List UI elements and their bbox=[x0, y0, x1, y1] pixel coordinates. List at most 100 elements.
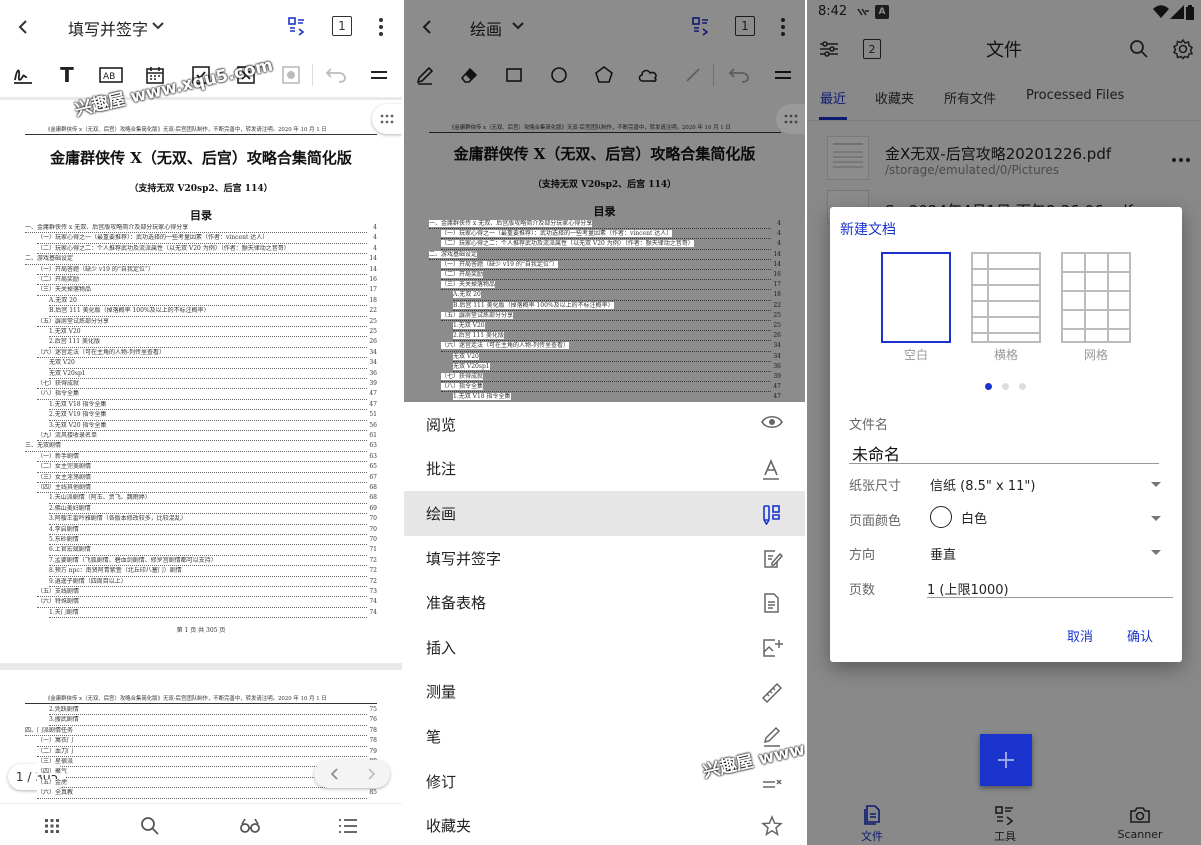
toc-entry[interactable]: 1.无双 V18 指令全集 47 bbox=[25, 400, 377, 411]
toc-entry[interactable]: （二）女主完美剧情 65 bbox=[25, 463, 377, 473]
color-swatch[interactable] bbox=[930, 506, 952, 528]
thumbnail-handle-icon[interactable] bbox=[776, 104, 805, 134]
page-color-select[interactable]: 白色 bbox=[961, 508, 987, 527]
toc-entry[interactable]: 8.预方 npc：南贤阿青紫萱（北丘印八塞门）剧情 72 bbox=[25, 567, 377, 577]
paper-dropdown-icon[interactable] bbox=[1151, 482, 1161, 487]
toc-entry-text: 2.佛山美妇剧情 bbox=[49, 504, 91, 512]
toc-entry[interactable]: （二）玩家心得之二：个人推荐武功及流派属性（以无双 V20 为例）（作者：颤天律… bbox=[25, 244, 377, 255]
color-dropdown-icon[interactable] bbox=[1151, 516, 1161, 521]
toc-entry[interactable]: 9.逍遥子剧情（四周目以上） 72 bbox=[25, 577, 377, 588]
toc-entry[interactable]: 4.李启剧情 70 bbox=[25, 525, 377, 536]
toc-entry[interactable]: （一）玩家心得之一（最重要推荐）：武功选择的一些考量因素（作者：vincent … bbox=[25, 234, 377, 244]
toc-leader bbox=[49, 502, 367, 504]
toc-entry[interactable]: 无双 V20sp1 36 bbox=[25, 369, 377, 380]
signature-icon[interactable] bbox=[8, 60, 38, 90]
orientation-select[interactable]: 垂直 bbox=[930, 544, 956, 563]
toc-entry-text: （二）女主完美剧情 bbox=[37, 463, 92, 471]
menu-item[interactable]: 收藏夹 bbox=[404, 803, 805, 845]
toc-entry[interactable]: （四）主线其他剧情 68 bbox=[25, 484, 377, 494]
page-count-field[interactable]: 1 (上限1000) bbox=[927, 579, 1009, 598]
menu-item[interactable]: 测量 bbox=[404, 670, 805, 715]
toc-entry[interactable]: 3.搜武剧情 76 bbox=[25, 716, 377, 726]
dot-icon[interactable] bbox=[276, 60, 306, 90]
toc-entry[interactable]: （八）指令全集 47 bbox=[25, 390, 377, 400]
filename-field[interactable]: 未命名 bbox=[852, 441, 900, 465]
toc-entry[interactable]: B.后宫 111 美化版（掉落概率 100%及以上的不标注概率） 22 bbox=[25, 307, 377, 317]
toc-entry[interactable]: （一）新手剧情 63 bbox=[25, 452, 377, 463]
reading-mode-icon[interactable] bbox=[236, 812, 264, 840]
toc-entry[interactable]: 7.孟婆剧情（飞狐剧情、碧血剑剧情、修罗宫剧情都可以支持） 72 bbox=[25, 556, 377, 567]
text-underline-icon bbox=[761, 458, 783, 481]
menu-item[interactable]: 绘画 bbox=[404, 491, 805, 536]
toc-entry[interactable]: 2.后宫 111 美化版 26 bbox=[25, 338, 377, 348]
paper-size-select[interactable]: 信纸 (8.5" x 11") bbox=[930, 475, 1035, 494]
chevron-down-icon[interactable] bbox=[148, 16, 168, 36]
toc-entry[interactable]: （九）流风楼收录名单 61 bbox=[25, 432, 377, 442]
toc-entry[interactable]: 无双 V20 34 bbox=[25, 359, 377, 369]
more-vert-icon[interactable] bbox=[370, 14, 392, 40]
toc-entry[interactable]: 1.无双 V20 25 bbox=[25, 328, 377, 338]
table-of-contents: 一、金庸群侠传 x 无双、后宫版攻略简介及部分玩家心得分享 4 （一）玩家心得之一（… bbox=[25, 224, 377, 624]
toc-entry[interactable]: （三）女主淫荡剧情 67 bbox=[25, 473, 377, 484]
toc-entry[interactable]: 2.佛山美妇剧情 69 bbox=[25, 504, 377, 515]
toc-entry[interactable]: （一）开局答题（缺少 v19 的“自我定位”） 14 bbox=[25, 265, 377, 276]
toc-entry[interactable]: （三）天关掉落物品 17 bbox=[25, 286, 377, 296]
back-icon[interactable] bbox=[8, 12, 38, 42]
toc-title: 目录 bbox=[190, 209, 212, 222]
orientation-dropdown-icon[interactable] bbox=[1151, 550, 1161, 555]
menu-item[interactable]: 阅览 bbox=[404, 402, 805, 447]
search-icon[interactable] bbox=[136, 812, 164, 840]
toc-entry[interactable]: 5.东砂剧情 70 bbox=[25, 536, 377, 546]
template-blank[interactable] bbox=[881, 252, 951, 343]
template-lined[interactable] bbox=[971, 252, 1041, 343]
toc-entry[interactable]: （五）支线剧情 73 bbox=[25, 588, 377, 598]
toc-entry[interactable]: 3.阿樱王雷吟雅剧情（各版本修改较多，比较混乱） 70 bbox=[25, 515, 377, 525]
menu-item[interactable]: 批注 bbox=[404, 447, 805, 492]
outline-list-icon[interactable] bbox=[334, 812, 362, 840]
page-count-button[interactable]: 1 bbox=[332, 16, 352, 36]
toc-entry[interactable]: （一）寓衣门 78 bbox=[25, 737, 377, 747]
thumbnails-icon[interactable] bbox=[38, 812, 66, 840]
toc-entry[interactable]: 三、无双剧情 63 bbox=[25, 442, 377, 452]
toc-entry[interactable]: （五）霹雳堂试炼部分分享 25 bbox=[25, 317, 377, 328]
toc-entry[interactable]: 2.无双 V19 指令全集 51 bbox=[25, 411, 377, 421]
prev-page-icon[interactable] bbox=[318, 762, 352, 786]
toc-entry[interactable]: （二）开局奖励 16 bbox=[25, 276, 377, 286]
toc-leader bbox=[49, 305, 367, 307]
toc-entry-text: 无双 V20sp1 bbox=[49, 369, 86, 377]
toc-entry[interactable]: （六）全真教 85 bbox=[25, 789, 377, 799]
next-page-icon[interactable] bbox=[354, 762, 388, 786]
add-fab-button[interactable] bbox=[980, 734, 1032, 786]
toc-entry[interactable]: 3.无双 V20 指令全集 56 bbox=[25, 421, 377, 432]
menu-item-label: 准备表格 bbox=[426, 594, 487, 613]
view-mode-icon[interactable] bbox=[284, 14, 310, 40]
toc-entry[interactable]: 四、门派剧情任务 78 bbox=[25, 726, 377, 737]
toc-entry[interactable]: （七）获得成就 39 bbox=[25, 380, 377, 390]
toc-entry[interactable]: 2.凭跃剧情 75 bbox=[25, 706, 377, 716]
toc-entry[interactable]: （二）血刀门 79 bbox=[25, 747, 377, 758]
toc-entry[interactable]: 1.天门剧情 74 bbox=[25, 608, 377, 619]
toc-entry-text: （一）开局答题（缺少 v19 的“自我定位”） bbox=[441, 260, 558, 268]
menu-item[interactable]: 填写并签字 bbox=[404, 536, 805, 581]
menu-item[interactable]: 准备表格 bbox=[404, 580, 805, 625]
toc-entry[interactable]: 6.上官宏斌剧情 71 bbox=[25, 546, 377, 556]
toc-entry-text: 二、游戏基础设定 bbox=[25, 255, 74, 263]
undo-icon[interactable] bbox=[321, 60, 351, 90]
toc-entry[interactable]: （六）迷宫走法（可在主角的人物-列传里查看） 34 bbox=[25, 348, 377, 359]
toc-entry[interactable]: （六）特殊剧情 74 bbox=[25, 598, 377, 608]
toc-entry-text: 1.天门剧情 bbox=[49, 608, 79, 616]
thumbnail-handle-icon[interactable] bbox=[372, 104, 402, 134]
cancel-button[interactable]: 取消 bbox=[1067, 626, 1093, 645]
menu-item[interactable]: 插入 bbox=[404, 625, 805, 670]
toolbar-menu-icon[interactable] bbox=[364, 60, 394, 90]
toc-entry[interactable]: 二、游戏基础设定 14 bbox=[25, 255, 377, 265]
mode-title[interactable]: 填写并签字 bbox=[68, 16, 148, 40]
toc-entry[interactable]: 1.天山派剧情（阿玉、贾飞、魏雨婷） 68 bbox=[25, 494, 377, 504]
toc-entry-text: （九）流风楼收录名单 bbox=[37, 432, 98, 439]
toc-entry[interactable]: 一、金庸群侠传 x 无双、后宫版攻略简介及部分玩家心得分享 4 bbox=[25, 224, 377, 234]
confirm-button[interactable]: 确认 bbox=[1127, 626, 1153, 645]
toc-entry[interactable]: A.无双 20 18 bbox=[25, 296, 377, 307]
toc-page-number: 36 bbox=[369, 369, 377, 377]
template-grid[interactable] bbox=[1061, 252, 1131, 343]
text-tool-icon[interactable]: T bbox=[52, 60, 82, 90]
